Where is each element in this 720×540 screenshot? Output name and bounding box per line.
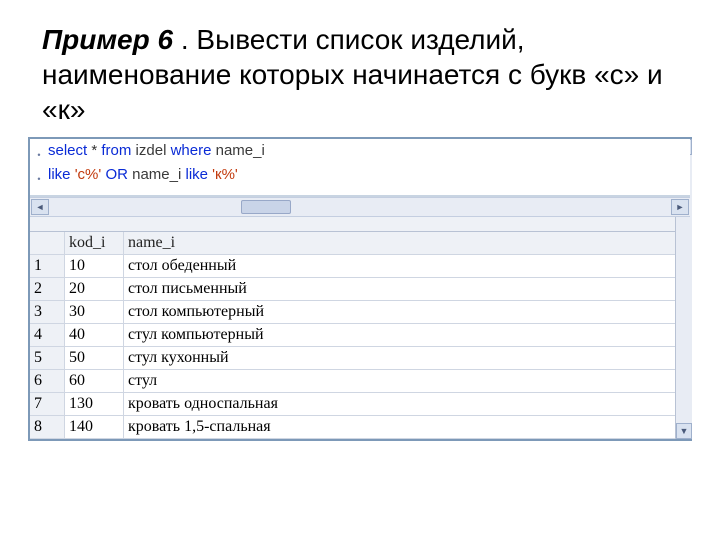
cell-name-i: кровать односпальная bbox=[124, 393, 690, 415]
cell-kod-i: 60 bbox=[65, 370, 124, 392]
row-number: 1 bbox=[30, 255, 65, 277]
cell-kod-i: 10 bbox=[65, 255, 124, 277]
scroll-down-icon[interactable]: ▼ bbox=[676, 423, 692, 439]
table-row[interactable]: 550стул кухонный bbox=[30, 347, 690, 370]
scroll-right-icon[interactable]: ► bbox=[671, 199, 689, 215]
table-row[interactable]: 440стул компьютерный bbox=[30, 324, 690, 347]
cell-kod-i: 30 bbox=[65, 301, 124, 323]
cell-name-i: стул компьютерный bbox=[124, 324, 690, 346]
row-number: 5 bbox=[30, 347, 65, 369]
pane-splitter[interactable] bbox=[30, 217, 690, 231]
heading-bold: Пример 6 bbox=[42, 24, 173, 55]
col-header-rownum[interactable] bbox=[30, 232, 65, 254]
cell-kod-i: 40 bbox=[65, 324, 124, 346]
grid-header-row: kod_i name_i bbox=[30, 232, 690, 255]
row-number: 8 bbox=[30, 416, 65, 438]
table-row[interactable]: 330стол компьютерный bbox=[30, 301, 690, 324]
cell-name-i: стол обеденный bbox=[124, 255, 690, 277]
table-row[interactable]: 8140кровать 1,5-спальная bbox=[30, 416, 690, 439]
scroll-left-icon[interactable]: ◄ bbox=[31, 199, 49, 215]
row-number: 6 bbox=[30, 370, 65, 392]
cell-kod-i: 140 bbox=[65, 416, 124, 438]
horizontal-scrollbar[interactable]: ◄ ► bbox=[30, 197, 690, 217]
cell-kod-i: 50 bbox=[65, 347, 124, 369]
cell-name-i: стул кухонный bbox=[124, 347, 690, 369]
gutter-marker: • bbox=[30, 141, 48, 165]
cell-name-i: кровать 1,5-спальная bbox=[124, 416, 690, 438]
cell-name-i: стул bbox=[124, 370, 690, 392]
scroll-thumb[interactable] bbox=[241, 200, 291, 214]
example-heading: Пример 6 . Вывести список изделий, наиме… bbox=[0, 0, 720, 133]
gutter-marker: • bbox=[30, 165, 48, 189]
cell-name-i: стол компьютерный bbox=[124, 301, 690, 323]
sql-line-1[interactable]: select * from izdel where name_i bbox=[48, 141, 265, 161]
cell-kod-i: 130 bbox=[65, 393, 124, 415]
results-grid: kod_i name_i 110стол обеденный220стол пи… bbox=[30, 231, 690, 439]
row-number: 2 bbox=[30, 278, 65, 300]
table-row[interactable]: 660стул bbox=[30, 370, 690, 393]
table-row[interactable]: 7130кровать односпальная bbox=[30, 393, 690, 416]
row-number: 3 bbox=[30, 301, 65, 323]
sql-line-2[interactable]: like 'с%' OR name_i like 'к%' bbox=[48, 165, 238, 185]
col-header-kod-i[interactable]: kod_i bbox=[65, 232, 124, 254]
table-row[interactable]: 110стол обеденный bbox=[30, 255, 690, 278]
col-header-name-i[interactable]: name_i bbox=[124, 232, 690, 254]
cell-kod-i: 20 bbox=[65, 278, 124, 300]
sql-editor[interactable]: • select * from izdel where name_i • lik… bbox=[30, 139, 690, 197]
row-number: 7 bbox=[30, 393, 65, 415]
table-row[interactable]: 220стол письменный bbox=[30, 278, 690, 301]
cell-name-i: стол письменный bbox=[124, 278, 690, 300]
row-number: 4 bbox=[30, 324, 65, 346]
sql-ide-panel: ▲ ▼ • select * from izdel where name_i •… bbox=[28, 137, 692, 441]
